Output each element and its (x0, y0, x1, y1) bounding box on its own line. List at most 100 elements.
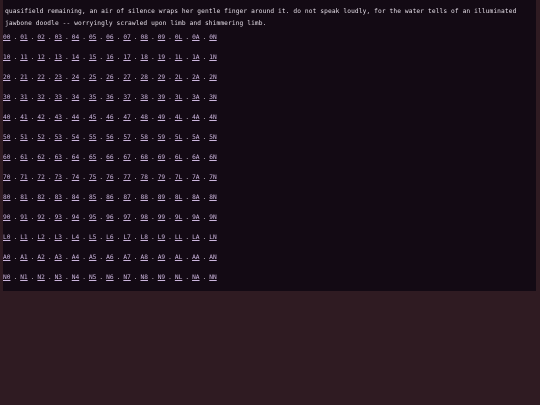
hex-link[interactable]: 53 (55, 134, 62, 142)
hex-link[interactable]: 60 (3, 154, 10, 162)
hex-link[interactable]: 88 (141, 194, 148, 202)
hex-link[interactable]: 3N (209, 94, 216, 102)
hex-link[interactable]: 6L (175, 154, 182, 162)
hex-link[interactable]: 89 (158, 194, 165, 202)
hex-link[interactable]: N7 (123, 274, 130, 282)
hex-link[interactable]: 94 (72, 214, 79, 222)
hex-link[interactable]: 91 (20, 214, 27, 222)
hex-link[interactable]: 25 (89, 74, 96, 82)
hex-link[interactable]: 20 (3, 74, 10, 82)
hex-link[interactable]: A3 (55, 254, 62, 262)
hex-link[interactable]: 17 (123, 54, 130, 62)
hex-link[interactable]: L4 (72, 234, 79, 242)
hex-link[interactable]: 46 (106, 114, 113, 122)
hex-link[interactable]: 75 (89, 174, 96, 182)
hex-link[interactable]: A9 (158, 254, 165, 262)
hex-link[interactable]: A5 (89, 254, 96, 262)
hex-link[interactable]: 8A (192, 194, 199, 202)
hex-link[interactable]: 9L (175, 214, 182, 222)
hex-link[interactable]: 67 (123, 154, 130, 162)
hex-link[interactable]: 93 (55, 214, 62, 222)
hex-link[interactable]: LA (192, 234, 199, 242)
hex-link[interactable]: 43 (55, 114, 62, 122)
hex-link[interactable]: 2N (209, 74, 216, 82)
hex-link[interactable]: 18 (141, 54, 148, 62)
hex-link[interactable]: A7 (123, 254, 130, 262)
hex-link[interactable]: 56 (106, 134, 113, 142)
hex-link[interactable]: 55 (89, 134, 96, 142)
hex-link[interactable]: 48 (141, 114, 148, 122)
hex-link[interactable]: 95 (89, 214, 96, 222)
hex-link[interactable]: 57 (123, 134, 130, 142)
hex-link[interactable]: 41 (20, 114, 27, 122)
hex-link[interactable]: N0 (3, 274, 10, 282)
hex-link[interactable]: 92 (37, 214, 44, 222)
hex-link[interactable]: L7 (123, 234, 130, 242)
hex-link[interactable]: 6A (192, 154, 199, 162)
hex-link[interactable]: 0A (192, 34, 199, 42)
hex-link[interactable]: 14 (72, 54, 79, 62)
hex-link[interactable]: 09 (158, 34, 165, 42)
hex-link[interactable]: A0 (3, 254, 10, 262)
hex-link[interactable]: AA (192, 254, 199, 262)
hex-link[interactable]: 19 (158, 54, 165, 62)
hex-link[interactable]: 00 (3, 34, 10, 42)
hex-link[interactable]: N9 (158, 274, 165, 282)
hex-link[interactable]: A2 (37, 254, 44, 262)
hex-link[interactable]: 05 (89, 34, 96, 42)
hex-link[interactable]: 77 (123, 174, 130, 182)
hex-link[interactable]: 30 (3, 94, 10, 102)
hex-link[interactable]: 58 (141, 134, 148, 142)
hex-link[interactable]: 63 (55, 154, 62, 162)
hex-link[interactable]: A6 (106, 254, 113, 262)
hex-link[interactable]: 65 (89, 154, 96, 162)
hex-link[interactable]: 90 (3, 214, 10, 222)
hex-link[interactable]: 52 (37, 134, 44, 142)
hex-link[interactable]: 59 (158, 134, 165, 142)
hex-link[interactable]: 4A (192, 114, 199, 122)
hex-link[interactable]: 10 (3, 54, 10, 62)
hex-link[interactable]: 24 (72, 74, 79, 82)
hex-link[interactable]: A8 (141, 254, 148, 262)
hex-link[interactable]: 7L (175, 174, 182, 182)
hex-link[interactable]: N3 (55, 274, 62, 282)
hex-link[interactable]: 74 (72, 174, 79, 182)
hex-link[interactable]: 96 (106, 214, 113, 222)
hex-link[interactable]: 12 (37, 54, 44, 62)
hex-link[interactable]: N4 (72, 274, 79, 282)
hex-link[interactable]: L2 (37, 234, 44, 242)
hex-link[interactable]: 61 (20, 154, 27, 162)
hex-link[interactable]: 68 (141, 154, 148, 162)
hex-link[interactable]: 35 (89, 94, 96, 102)
hex-link[interactable]: 83 (55, 194, 62, 202)
hex-link[interactable]: 15 (89, 54, 96, 62)
hex-link[interactable]: AN (209, 254, 216, 262)
hex-link[interactable]: 4N (209, 114, 216, 122)
hex-link[interactable]: 42 (37, 114, 44, 122)
hex-link[interactable]: 71 (20, 174, 27, 182)
hex-link[interactable]: 99 (158, 214, 165, 222)
hex-link[interactable]: N6 (106, 274, 113, 282)
hex-link[interactable]: 21 (20, 74, 27, 82)
hex-link[interactable]: 78 (141, 174, 148, 182)
hex-link[interactable]: L8 (141, 234, 148, 242)
hex-link[interactable]: 3L (175, 94, 182, 102)
hex-link[interactable]: L1 (20, 234, 27, 242)
hex-link[interactable]: 44 (72, 114, 79, 122)
hex-link[interactable]: 16 (106, 54, 113, 62)
hex-link[interactable]: 85 (89, 194, 96, 202)
hex-link[interactable]: NA (192, 274, 199, 282)
hex-link[interactable]: A4 (72, 254, 79, 262)
hex-link[interactable]: 51 (20, 134, 27, 142)
hex-link[interactable]: 72 (37, 174, 44, 182)
hex-link[interactable]: 0N (209, 34, 216, 42)
hex-link[interactable]: L0 (3, 234, 10, 242)
hex-link[interactable]: 49 (158, 114, 165, 122)
hex-link[interactable]: 5A (192, 134, 199, 142)
hex-link[interactable]: 23 (55, 74, 62, 82)
hex-link[interactable]: 37 (123, 94, 130, 102)
hex-link[interactable]: 5N (209, 134, 216, 142)
hex-link[interactable]: LL (175, 234, 182, 242)
hex-link[interactable]: AL (175, 254, 182, 262)
hex-link[interactable]: 06 (106, 34, 113, 42)
